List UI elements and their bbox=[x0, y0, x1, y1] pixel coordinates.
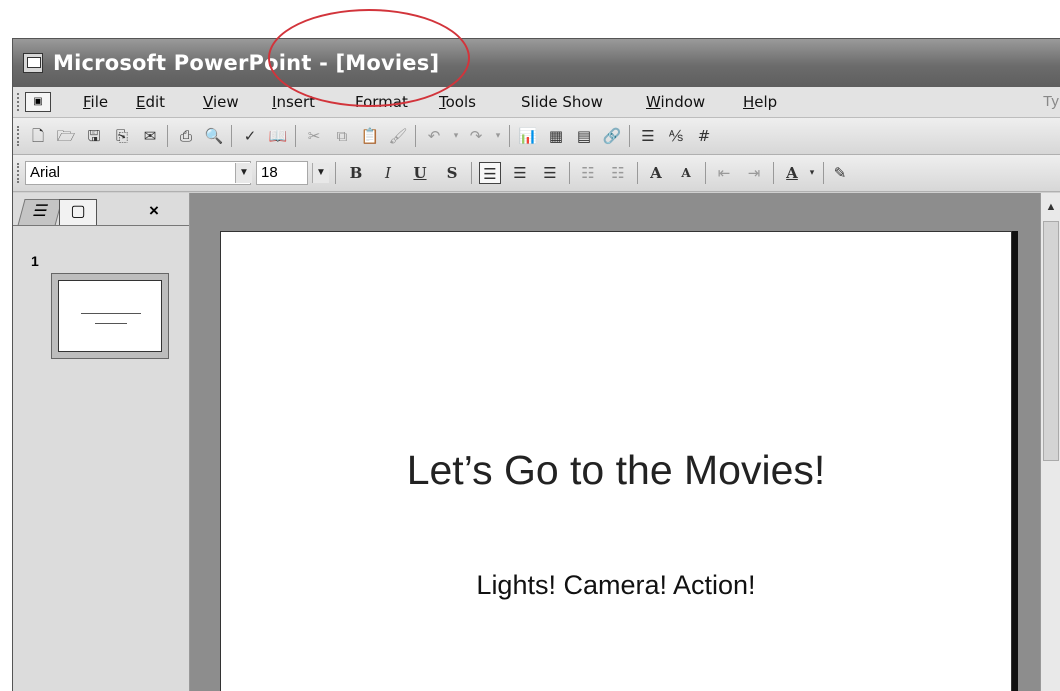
toolbar-separator bbox=[167, 125, 168, 147]
menu-view[interactable]: View bbox=[203, 93, 239, 111]
scroll-up-icon[interactable]: ▲ bbox=[1043, 199, 1059, 215]
annotation-circle bbox=[268, 9, 470, 107]
vertical-scrollbar[interactable]: ▲ bbox=[1040, 193, 1060, 691]
thumbnail-title-line bbox=[81, 313, 141, 314]
tab-divider bbox=[13, 225, 189, 226]
menu-grip[interactable] bbox=[17, 93, 22, 111]
toolbar-separator bbox=[637, 162, 638, 184]
menu-tools[interactable]: Tools bbox=[439, 93, 476, 111]
undo-dropdown-icon[interactable]: ▾ bbox=[445, 125, 467, 147]
standard-toolbar: 🗋 🗁 🖫 ⎘ ✉ ⎙ 🔍 ✓ 📖 ✂ ⧉ 📋 🖌 ↶ ▾ ↷ ▾ 📊 ▦ ▤ … bbox=[13, 118, 1060, 155]
shadow-button[interactable]: S bbox=[441, 162, 463, 184]
type-a-question-box[interactable]: Ty bbox=[1043, 93, 1059, 110]
powerpoint-window: Microsoft PowerPoint - [Movies] ▣ File E… bbox=[12, 38, 1060, 691]
format-painter-icon[interactable]: 🖌 bbox=[387, 125, 409, 147]
thumbnail-subtitle-line bbox=[95, 323, 127, 324]
numbering-icon[interactable]: ☷ bbox=[577, 162, 599, 184]
save-icon[interactable]: 🖫 bbox=[83, 125, 105, 147]
insert-chart-icon[interactable]: 📊 bbox=[517, 125, 539, 147]
align-left-icon[interactable]: ☰ bbox=[479, 162, 501, 184]
toolbar-grip[interactable] bbox=[17, 163, 22, 183]
print-preview-icon[interactable]: 🔍 bbox=[203, 125, 225, 147]
redo-icon[interactable]: ↷ bbox=[465, 125, 487, 147]
research-icon[interactable]: 📖 bbox=[267, 125, 289, 147]
tab-slides[interactable]: ▢ bbox=[59, 199, 97, 226]
toolbar-separator bbox=[629, 125, 630, 147]
slides-icon: ▢ bbox=[70, 203, 86, 220]
undo-icon[interactable]: ↶ bbox=[423, 125, 445, 147]
toolbar-separator bbox=[415, 125, 416, 147]
toolbar-separator bbox=[335, 162, 336, 184]
menu-slide-show[interactable]: Slide Show bbox=[521, 93, 603, 111]
increase-indent-icon[interactable]: ⇥ bbox=[743, 162, 765, 184]
bold-button[interactable]: B bbox=[345, 162, 367, 184]
outline-icon: ☰ bbox=[30, 203, 50, 220]
toolbar-separator bbox=[773, 162, 774, 184]
slide-canvas[interactable]: Let’s Go to the Movies! Lights! Camera! … bbox=[220, 231, 1012, 691]
font-name-box[interactable]: Arial bbox=[25, 161, 251, 185]
font-size-dropdown-icon[interactable]: ▼ bbox=[312, 163, 329, 183]
slide-number: 1 bbox=[31, 253, 39, 269]
font-color-dropdown-icon[interactable]: ▾ bbox=[801, 162, 823, 184]
italic-button[interactable]: I bbox=[377, 162, 399, 184]
decrease-indent-icon[interactable]: ⇤ bbox=[713, 162, 735, 184]
slide-title[interactable]: Let’s Go to the Movies! bbox=[221, 447, 1011, 494]
tab-outline[interactable]: ☰ bbox=[17, 199, 63, 226]
font-name-dropdown-icon[interactable]: ▼ bbox=[235, 163, 252, 183]
insert-table-icon[interactable]: ▦ bbox=[545, 125, 567, 147]
menu-file[interactable]: File bbox=[83, 93, 108, 111]
menu-help[interactable]: Help bbox=[743, 93, 777, 111]
close-pane-button[interactable]: × bbox=[149, 201, 159, 221]
toolbar-grip[interactable] bbox=[17, 126, 22, 146]
title-bar: Microsoft PowerPoint - [Movies] bbox=[13, 39, 1060, 87]
print-icon[interactable]: ⎙ bbox=[175, 125, 197, 147]
paste-icon[interactable]: 📋 bbox=[359, 125, 381, 147]
scroll-thumb[interactable] bbox=[1043, 221, 1059, 461]
slide-editing-area: Let’s Go to the Movies! Lights! Camera! … bbox=[190, 193, 1040, 691]
show-grid-icon[interactable]: # bbox=[693, 125, 715, 147]
toolbar-separator bbox=[509, 125, 510, 147]
menu-window[interactable]: Window bbox=[646, 93, 705, 111]
copy-icon[interactable]: ⧉ bbox=[331, 125, 353, 147]
slides-pane: ☰ ▢ × 1 bbox=[13, 193, 190, 691]
toolbar-separator bbox=[471, 162, 472, 184]
toolbar-separator bbox=[823, 162, 824, 184]
show-formatting-icon[interactable]: ⅍ bbox=[665, 125, 687, 147]
increase-font-size-icon[interactable]: A bbox=[645, 162, 667, 184]
insert-hyperlink-icon[interactable]: 🔗 bbox=[601, 125, 623, 147]
email-icon[interactable]: ✉ bbox=[139, 125, 161, 147]
toolbar-separator bbox=[569, 162, 570, 184]
align-right-icon[interactable]: ☰ bbox=[539, 162, 561, 184]
redo-dropdown-icon[interactable]: ▾ bbox=[487, 125, 509, 147]
menu-edit[interactable]: Edit bbox=[136, 93, 165, 111]
font-color-button[interactable]: A bbox=[781, 162, 803, 184]
powerpoint-app-icon[interactable] bbox=[23, 53, 43, 73]
open-icon[interactable]: 🗁 bbox=[55, 125, 77, 147]
toolbar-separator bbox=[705, 162, 706, 184]
document-menu-icon[interactable]: ▣ bbox=[25, 92, 51, 112]
decrease-font-size-icon[interactable]: A bbox=[675, 162, 697, 184]
bullets-icon[interactable]: ☷ bbox=[607, 162, 629, 184]
formatting-toolbar: Arial ▼ 18 ▼ B I U S ☰ ☰ ☰ ☷ ☷ A A ⇤ ⇥ A… bbox=[13, 155, 1060, 192]
design-icon[interactable]: ✎ bbox=[829, 162, 851, 184]
toolbar-separator bbox=[295, 125, 296, 147]
slide-thumbnail[interactable] bbox=[51, 273, 169, 359]
cut-icon[interactable]: ✂ bbox=[303, 125, 325, 147]
font-size-box[interactable]: 18 bbox=[256, 161, 308, 185]
spelling-icon[interactable]: ✓ bbox=[239, 125, 261, 147]
toolbar-separator bbox=[231, 125, 232, 147]
expand-all-icon[interactable]: ☰ bbox=[637, 125, 659, 147]
menu-bar: ▣ File Edit View Insert Format Tools Sli… bbox=[13, 87, 1060, 118]
new-icon[interactable]: 🗋 bbox=[27, 125, 49, 147]
tables-borders-icon[interactable]: ▤ bbox=[573, 125, 595, 147]
slide-subtitle[interactable]: Lights! Camera! Action! bbox=[221, 570, 1011, 601]
center-icon[interactable]: ☰ bbox=[509, 162, 531, 184]
slide-thumbnail-preview bbox=[58, 280, 162, 352]
underline-button[interactable]: U bbox=[409, 162, 431, 184]
permission-icon[interactable]: ⎘ bbox=[111, 125, 133, 147]
